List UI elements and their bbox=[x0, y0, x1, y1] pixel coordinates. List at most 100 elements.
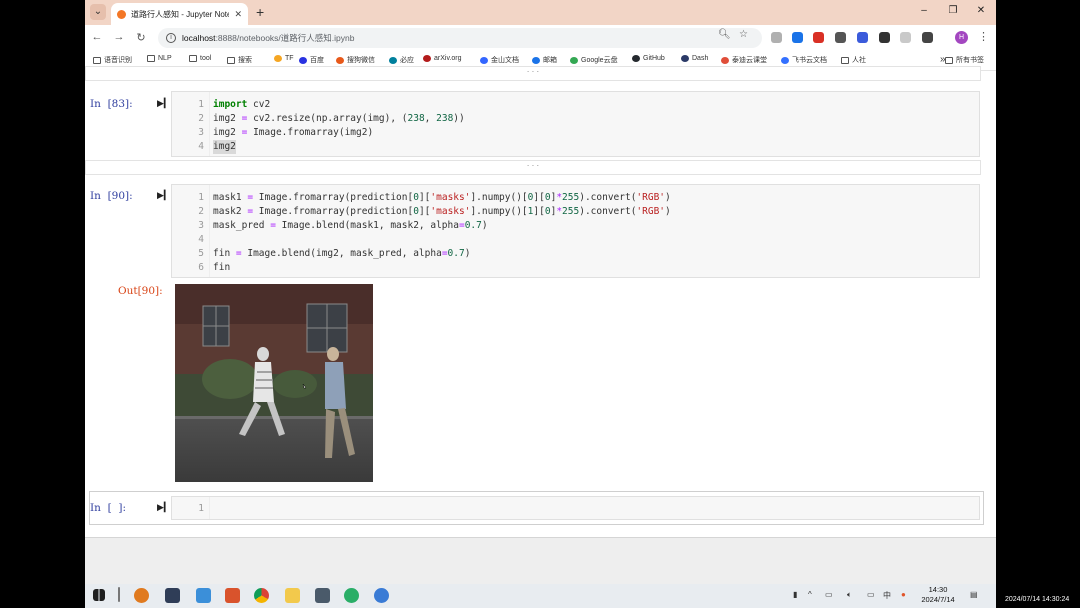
app-icon[interactable] bbox=[374, 588, 389, 603]
code-line: img2 = Image.fromarray(img2) bbox=[213, 127, 374, 138]
bookmark-item[interactable]: tool bbox=[189, 55, 211, 62]
bookmark-item[interactable]: 搜狗微信 bbox=[336, 55, 375, 65]
bookmark-label: 泰迪云课堂 bbox=[732, 57, 767, 64]
address-toolbar: ← → ↻ i localhost:8888/notebooks/道路行人感知.… bbox=[85, 25, 996, 51]
bookmark-label: TF bbox=[285, 55, 294, 62]
code-line: import cv2 bbox=[213, 99, 271, 110]
app-icon[interactable] bbox=[315, 588, 330, 603]
bookmark-item[interactable]: GitHub bbox=[632, 55, 665, 62]
file-explorer-icon[interactable] bbox=[285, 588, 300, 603]
code-editor[interactable]: 1 bbox=[171, 496, 980, 520]
url-path: :8888/notebooks/道路行人感知.ipynb bbox=[215, 33, 355, 43]
extension-icon[interactable] bbox=[792, 32, 803, 43]
output-collapser[interactable]: · · · bbox=[85, 160, 981, 175]
output-collapser[interactable]: · · · bbox=[85, 66, 981, 81]
all-bookmarks-folder[interactable]: 所有书签 bbox=[945, 55, 984, 65]
app-icon[interactable] bbox=[196, 588, 211, 603]
code-editor[interactable]: 1 import cv2 2 img2 = cv2.resize(np.array(… bbox=[171, 91, 980, 157]
extension-icon[interactable] bbox=[857, 32, 868, 43]
code-line: mask1 = Image.fromarray(prediction[0]['m… bbox=[213, 192, 671, 203]
code-line: img2 = cv2.resize(np.array(img), (238, 2… bbox=[213, 113, 465, 124]
display-icon[interactable]: ▭ bbox=[867, 590, 875, 599]
bookmark-label: NLP bbox=[158, 55, 172, 62]
bookmark-label: 邮箱 bbox=[543, 57, 557, 64]
windows-start-icon[interactable] bbox=[93, 589, 105, 601]
zoom-icon[interactable]: 🔍︎ bbox=[718, 29, 731, 40]
extension-icon[interactable] bbox=[879, 32, 890, 43]
bookmark-favicon-icon bbox=[681, 55, 689, 62]
extension-icon[interactable] bbox=[835, 32, 846, 43]
bookmark-favicon-icon bbox=[632, 55, 640, 62]
overlay-timestamp: 2024/07/14 14:30:24 bbox=[1005, 596, 1070, 603]
minimize-button[interactable]: – bbox=[917, 5, 931, 16]
bookmark-favicon-icon bbox=[721, 56, 729, 64]
ime-icon[interactable]: ● bbox=[901, 590, 906, 599]
folder-icon bbox=[147, 55, 155, 62]
bookmark-item[interactable]: 搜索 bbox=[227, 55, 252, 65]
bookmark-item[interactable]: 邮箱 bbox=[532, 55, 557, 65]
bookmark-label: 飞书云文档 bbox=[792, 57, 827, 64]
run-cell-icon[interactable]: ▶︎▎ bbox=[157, 502, 171, 513]
code-line: mask_pred = Image.blend(mask1, mask2, al… bbox=[213, 220, 488, 231]
tab-jupyter[interactable]: 道路行人感知 - Jupyter Noteb ✕ bbox=[111, 3, 248, 25]
bookmark-item[interactable]: 泰迪云课堂 bbox=[721, 55, 767, 65]
bookmark-label: 语音识别 bbox=[104, 57, 132, 64]
clock[interactable]: 14:30 2024/7/14 bbox=[918, 585, 958, 605]
new-tab-button[interactable]: + bbox=[256, 4, 264, 20]
menu-kebab-icon[interactable]: ⋮ bbox=[978, 30, 989, 43]
line-number: 6 bbox=[198, 262, 204, 273]
volume-icon[interactable]: 🔈︎ bbox=[847, 590, 852, 600]
tray-chevron-icon[interactable]: ^ bbox=[808, 590, 812, 599]
bookmark-item[interactable]: 人社 bbox=[841, 55, 866, 65]
bookmark-item[interactable]: TF bbox=[274, 55, 294, 62]
restore-button[interactable]: ❐ bbox=[946, 5, 960, 16]
bookmark-item[interactable]: 必应 bbox=[389, 55, 414, 65]
extensions-puzzle-icon[interactable] bbox=[922, 32, 933, 43]
bookmark-favicon-icon bbox=[532, 56, 540, 64]
bookmark-item[interactable]: NLP bbox=[147, 55, 172, 62]
battery-icon[interactable]: ▮ bbox=[793, 590, 797, 599]
notification-icon[interactable]: ▤ bbox=[970, 590, 978, 599]
tab-title: 道路行人感知 - Jupyter Noteb bbox=[131, 9, 230, 19]
search-app-icon[interactable] bbox=[134, 588, 149, 603]
powerpoint-icon[interactable] bbox=[225, 588, 240, 603]
extension-icon[interactable] bbox=[813, 32, 824, 43]
chrome-icon[interactable] bbox=[254, 588, 269, 603]
bookmark-label: 人社 bbox=[852, 57, 866, 64]
code-line: img2 bbox=[213, 140, 236, 154]
bookmark-item[interactable]: arXiv.org bbox=[423, 55, 462, 62]
url-host: localhost bbox=[182, 33, 216, 43]
network-icon[interactable]: ▭ bbox=[825, 590, 833, 599]
clock-date: 2024/7/14 bbox=[921, 595, 955, 604]
bookmark-item[interactable]: 语音识别 bbox=[93, 55, 132, 65]
bookmark-item[interactable]: 金山文档 bbox=[480, 55, 519, 65]
extension-icon[interactable] bbox=[771, 32, 782, 43]
profile-avatar[interactable]: H bbox=[955, 31, 968, 44]
code-line: mask2 = Image.fromarray(prediction[0]['m… bbox=[213, 206, 671, 217]
ime-lang-icon[interactable]: 中 bbox=[883, 590, 891, 601]
bookmark-favicon-icon bbox=[570, 56, 578, 64]
run-cell-icon[interactable]: ▶︎▎ bbox=[157, 98, 171, 109]
tab-close-icon[interactable]: ✕ bbox=[234, 9, 242, 20]
tab-search-icon[interactable]: ⌄ bbox=[90, 4, 106, 20]
app-icon[interactable] bbox=[165, 588, 180, 603]
clock-time: 14:30 bbox=[928, 585, 948, 594]
bookmark-item[interactable]: 飞书云文档 bbox=[781, 55, 827, 65]
forward-icon[interactable]: → bbox=[112, 31, 126, 43]
bookmark-favicon-icon bbox=[423, 55, 431, 62]
wechat-icon[interactable] bbox=[344, 588, 359, 603]
bookmark-star-icon[interactable]: ☆ bbox=[739, 29, 748, 40]
reload-icon[interactable]: ↻ bbox=[134, 31, 148, 44]
close-window-button[interactable]: ✕ bbox=[974, 5, 988, 16]
run-cell-icon[interactable]: ▶︎▎ bbox=[157, 190, 171, 201]
url-bar[interactable]: i localhost:8888/notebooks/道路行人感知.ipynb bbox=[158, 28, 762, 48]
back-icon[interactable]: ← bbox=[90, 31, 104, 43]
site-info-icon[interactable]: i bbox=[166, 33, 176, 43]
extension-icon[interactable] bbox=[900, 32, 911, 43]
bookmark-item[interactable]: Google云盘 bbox=[570, 55, 618, 65]
bookmark-item[interactable]: Dash bbox=[681, 55, 708, 62]
bookmark-label: Google云盘 bbox=[581, 57, 618, 64]
code-editor[interactable]: 1 mask1 = Image.fromarray(prediction[0]['… bbox=[171, 184, 980, 278]
bookmark-label: 金山文档 bbox=[491, 57, 519, 64]
bookmark-item[interactable]: 百度 bbox=[299, 55, 324, 65]
